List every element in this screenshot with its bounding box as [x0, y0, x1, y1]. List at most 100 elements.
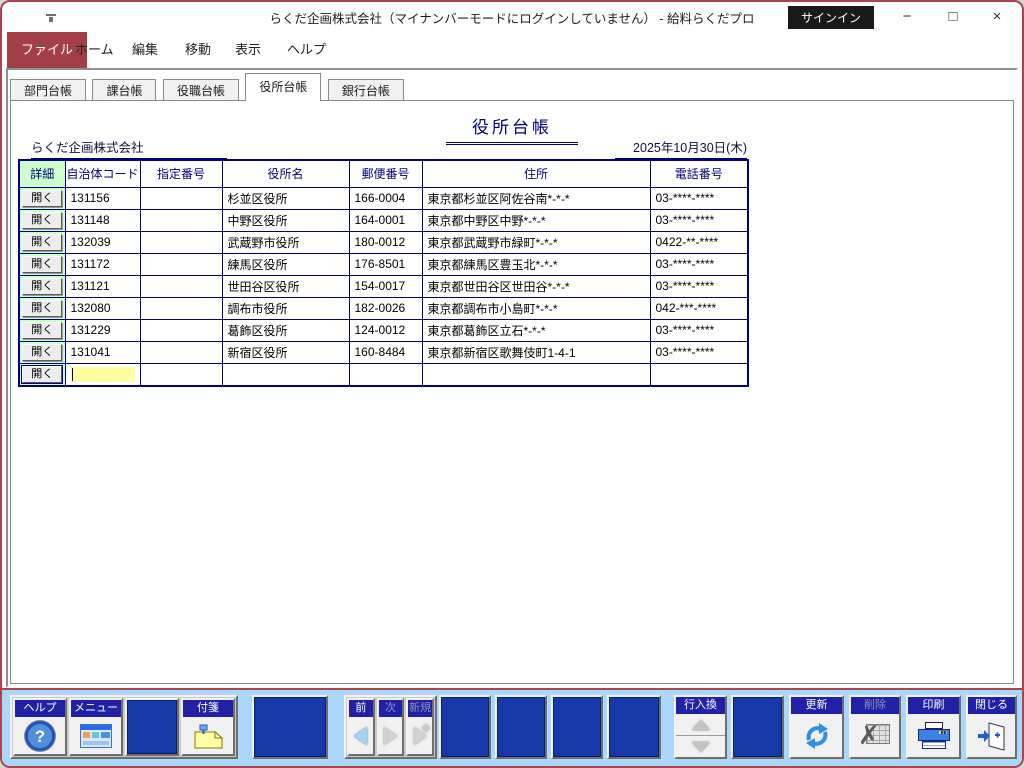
menu-button[interactable]: メニュー: [69, 698, 123, 756]
cell-address[interactable]: [422, 363, 650, 386]
close-icon[interactable]: ×: [974, 2, 1020, 32]
cell-code[interactable]: 131229: [65, 319, 140, 341]
sticky-note-icon: [192, 722, 224, 750]
cell-address[interactable]: 東京都練馬区豊玉北*-*-*: [422, 253, 650, 275]
table-row: 開く 132039 武蔵野市役所 180-0012 東京都武蔵野市緑町*-*-*…: [19, 231, 748, 253]
cell-address[interactable]: 東京都調布市小島町*-*-*: [422, 297, 650, 319]
row-swap-up-button[interactable]: [676, 714, 725, 736]
tab-strip: 部門台帳 課台帳 役職台帳 役所台帳 銀行台帳: [8, 70, 1016, 101]
cell-office-name[interactable]: 世田谷区役所: [222, 275, 349, 297]
cell-address[interactable]: 東京都新宿区歌舞伎町1-4-1: [422, 341, 650, 363]
cell-phone[interactable]: [650, 363, 748, 386]
open-row-button[interactable]: 開く: [22, 212, 62, 229]
maximize-icon[interactable]: □: [930, 2, 976, 32]
cell-code[interactable]: 131148: [65, 209, 140, 231]
cell-zip[interactable]: 166-0004: [349, 187, 422, 209]
prev-record-button[interactable]: 前: [347, 698, 375, 756]
new-code-input[interactable]: [65, 363, 140, 386]
cell-phone[interactable]: 042-***-****: [650, 297, 748, 319]
header-office-name: 役所名: [222, 160, 349, 187]
cell-designation[interactable]: [140, 275, 222, 297]
menu-edit[interactable]: 編集: [126, 32, 164, 68]
cell-address[interactable]: 東京都中野区中野*-*-*: [422, 209, 650, 231]
open-row-button[interactable]: 開く: [22, 322, 62, 339]
cell-code[interactable]: 131041: [65, 341, 140, 363]
cell-zip[interactable]: [349, 363, 422, 386]
cell-designation[interactable]: [140, 363, 222, 386]
cell-phone[interactable]: 03-****-****: [650, 275, 748, 297]
cell-designation[interactable]: [140, 341, 222, 363]
open-row-button[interactable]: 開く: [22, 234, 62, 251]
tab-department-ledger[interactable]: 部門台帳: [10, 79, 86, 102]
toolbar-group-nav: 前 次 新規: [344, 695, 437, 759]
new-entry-row: 開く: [19, 363, 748, 386]
close-screen-button[interactable]: 閉じる: [966, 695, 1017, 759]
cell-zip[interactable]: 164-0001: [349, 209, 422, 231]
row-swap-control: 行入換: [674, 695, 727, 759]
cell-address[interactable]: 東京都武蔵野市緑町*-*-*: [422, 231, 650, 253]
open-row-button[interactable]: 開く: [22, 300, 62, 317]
menu-help[interactable]: ヘルプ: [281, 32, 332, 68]
cell-designation[interactable]: [140, 253, 222, 275]
cell-office-name[interactable]: 調布市役所: [222, 297, 349, 319]
cell-zip[interactable]: 180-0012: [349, 231, 422, 253]
cell-zip[interactable]: 124-0012: [349, 319, 422, 341]
cell-designation[interactable]: [140, 209, 222, 231]
cell-code[interactable]: 132080: [65, 297, 140, 319]
tab-section-ledger[interactable]: 課台帳: [92, 79, 156, 102]
cell-address[interactable]: 東京都杉並区阿佐谷南*-*-*: [422, 187, 650, 209]
cell-office-name[interactable]: 武蔵野市役所: [222, 231, 349, 253]
print-button[interactable]: 印刷: [906, 695, 961, 759]
header-municipality-code: 自治体コード: [65, 160, 140, 187]
menu-view[interactable]: 表示: [229, 32, 267, 68]
cell-code[interactable]: 131172: [65, 253, 140, 275]
minimize-icon[interactable]: −: [884, 2, 930, 32]
cell-office-name[interactable]: 練馬区役所: [222, 253, 349, 275]
cell-address[interactable]: 東京都世田谷区世田谷*-*-*: [422, 275, 650, 297]
new-record-button[interactable]: 新規: [406, 698, 434, 756]
tab-position-ledger[interactable]: 役職台帳: [163, 79, 239, 102]
cell-office-name[interactable]: 新宿区役所: [222, 341, 349, 363]
menu-move[interactable]: 移動: [179, 32, 217, 68]
cell-designation[interactable]: [140, 297, 222, 319]
row-swap-down-button[interactable]: [676, 736, 725, 757]
open-row-button[interactable]: 開く: [22, 278, 62, 295]
sticky-note-button[interactable]: 付箋: [181, 698, 235, 756]
cell-designation[interactable]: [140, 231, 222, 253]
tab-bank-ledger[interactable]: 銀行台帳: [328, 79, 404, 102]
cell-office-name[interactable]: 中野区役所: [222, 209, 349, 231]
cell-phone[interactable]: 03-****-****: [650, 187, 748, 209]
cell-phone[interactable]: 0422-**-****: [650, 231, 748, 253]
open-row-button[interactable]: 開く: [22, 190, 62, 207]
cell-office-name[interactable]: 葛飾区役所: [222, 319, 349, 341]
update-button[interactable]: 更新: [789, 695, 844, 759]
cell-code[interactable]: 132039: [65, 231, 140, 253]
open-row-button[interactable]: 開く: [22, 366, 62, 383]
cell-phone[interactable]: 03-****-****: [650, 319, 748, 341]
cell-phone[interactable]: 03-****-****: [650, 341, 748, 363]
delete-x-icon: ✗: [860, 724, 890, 748]
cell-designation[interactable]: [140, 319, 222, 341]
open-row-button[interactable]: 開く: [22, 344, 62, 361]
refresh-icon: [802, 721, 832, 751]
cell-designation[interactable]: [140, 187, 222, 209]
cell-zip[interactable]: 154-0017: [349, 275, 422, 297]
next-record-button[interactable]: 次: [377, 698, 405, 756]
cell-address[interactable]: 東京都葛飾区立石*-*-*: [422, 319, 650, 341]
open-row-button[interactable]: 開く: [22, 256, 62, 273]
cell-zip[interactable]: 182-0026: [349, 297, 422, 319]
cell-code[interactable]: 131121: [65, 275, 140, 297]
cell-office-name[interactable]: 杉並区役所: [222, 187, 349, 209]
delete-button[interactable]: 削除 ✗: [849, 695, 901, 759]
cell-zip[interactable]: 176-8501: [349, 253, 422, 275]
next-arrow-icon: [384, 727, 397, 745]
cell-phone[interactable]: 03-****-****: [650, 253, 748, 275]
cell-zip[interactable]: 160-8484: [349, 341, 422, 363]
tab-office-ledger[interactable]: 役所台帳: [245, 73, 321, 101]
help-button[interactable]: ヘルプ ?: [13, 698, 67, 756]
signin-button[interactable]: サインイン: [788, 6, 874, 29]
menu-home[interactable]: ホーム: [69, 32, 120, 68]
cell-phone[interactable]: 03-****-****: [650, 209, 748, 231]
cell-office-name[interactable]: [222, 363, 349, 386]
cell-code[interactable]: 131156: [65, 187, 140, 209]
